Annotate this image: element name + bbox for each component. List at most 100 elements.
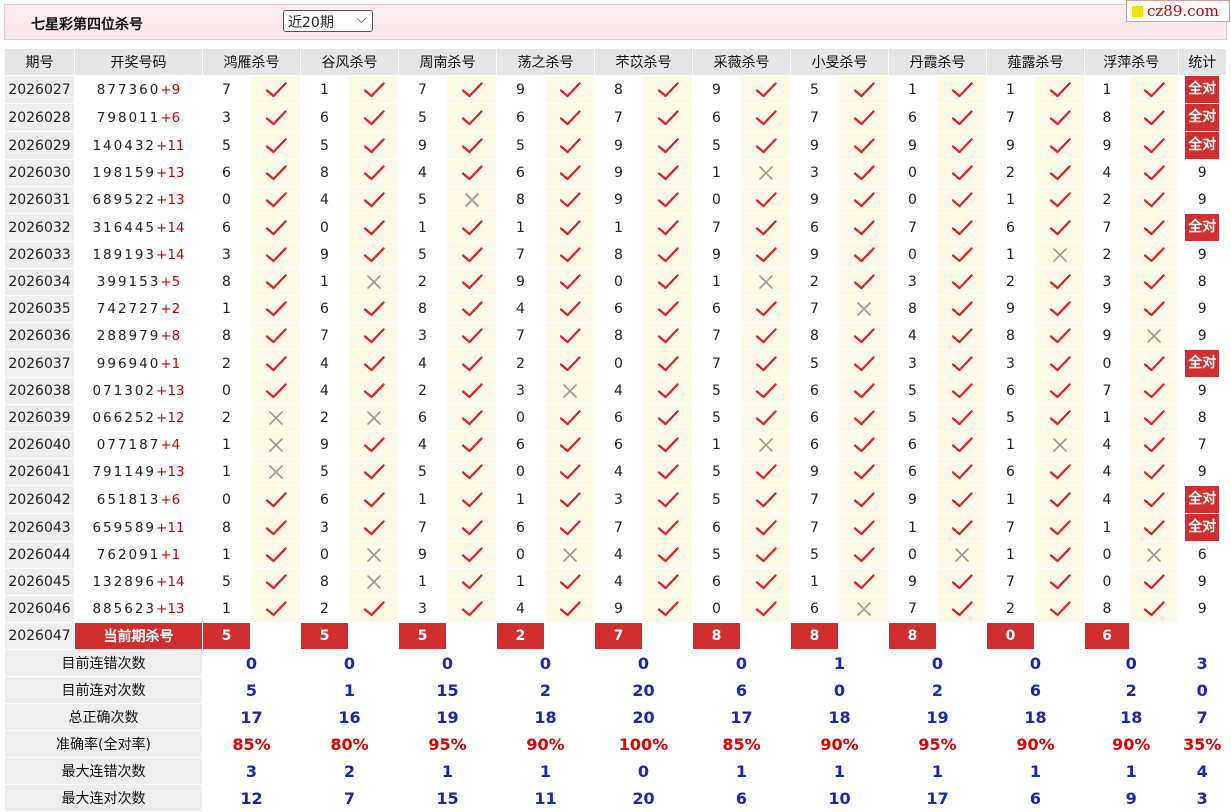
- logo-text: cz89.com: [1147, 2, 1219, 20]
- kill-number-cell: 0: [496, 458, 545, 486]
- stat-cell: 9: [1177, 295, 1227, 323]
- kill-number-cell: 0: [888, 186, 937, 214]
- period-cell: 2026044: [4, 541, 75, 569]
- kill-number-cell: 1: [202, 295, 251, 323]
- draw-number-cell: 132896+14: [74, 568, 203, 596]
- summary-value: 5: [202, 676, 301, 704]
- summary-value: 1: [496, 757, 595, 785]
- check-icon: [642, 513, 693, 542]
- period-cell: 2026046: [4, 595, 75, 623]
- check-icon: [1129, 159, 1179, 187]
- summary-value: 3: [202, 757, 301, 785]
- draw-number-cell: 762091+1: [74, 541, 203, 569]
- kill-number-cell: 7: [790, 295, 839, 323]
- kill-number-cell: 9: [692, 241, 741, 269]
- header-expert-6: 采薇杀号: [692, 48, 791, 76]
- summary-value: 6: [692, 784, 791, 812]
- kill-number-cell: 0: [594, 349, 643, 378]
- check-icon: [250, 349, 301, 378]
- period-cell: 2026029: [4, 131, 75, 160]
- summary-value: 9: [1084, 784, 1179, 812]
- stat-cell: 6: [1177, 541, 1227, 569]
- check-icon: [642, 458, 693, 486]
- check-icon: [1034, 541, 1085, 569]
- kill-number-cell: 7: [986, 568, 1035, 596]
- cross-icon: [740, 431, 791, 459]
- check-icon: [838, 241, 889, 269]
- kill-number-cell: 3: [202, 241, 251, 269]
- summary-value: 20: [594, 676, 693, 704]
- period-select[interactable]: 近20期 ⌵: [283, 10, 373, 32]
- kill-number-cell: 9: [1084, 295, 1130, 323]
- kill-number-cell: 4: [1084, 431, 1130, 459]
- cross-icon: [348, 541, 399, 569]
- check-icon: [446, 349, 497, 378]
- check-icon: [446, 431, 497, 459]
- kill-number-cell: 2: [398, 377, 447, 405]
- check-icon: [544, 103, 595, 132]
- draw-number-cell: 651813+6: [74, 485, 203, 514]
- stat-cell: 全对: [1177, 103, 1227, 132]
- check-icon: [1034, 159, 1085, 187]
- kill-number-cell: 8: [202, 322, 251, 350]
- kill-number-cell: 9: [790, 458, 839, 486]
- draw-extra: +2: [160, 301, 181, 317]
- site-logo[interactable]: cz89.com: [1126, 0, 1230, 22]
- summary-label: 准确率(全对率): [4, 730, 203, 758]
- summary-stat-value: 3: [1177, 649, 1227, 677]
- period-cell: 2026036: [4, 322, 75, 350]
- summary-value: 1: [1084, 757, 1179, 785]
- check-icon: [936, 241, 987, 269]
- kill-number-cell: 6: [790, 213, 839, 242]
- summary-value: 1: [398, 757, 497, 785]
- kill-number-cell: 6: [300, 485, 349, 514]
- check-icon: [642, 268, 693, 296]
- kill-number-cell: 1: [986, 241, 1035, 269]
- check-icon: [348, 131, 399, 160]
- kill-number-cell: 9: [496, 75, 545, 104]
- period-cell: 2026035: [4, 295, 75, 323]
- all-correct-badge: 全对: [1185, 350, 1220, 377]
- check-icon: [1129, 513, 1179, 542]
- draw-digits: 877360: [96, 81, 161, 98]
- check-icon: [446, 322, 497, 350]
- stat-cell: 全对: [1177, 513, 1227, 542]
- period-cell: 2026038: [4, 377, 75, 405]
- current-kill-number: 7: [594, 622, 643, 650]
- summary-value: 0: [300, 649, 399, 677]
- kill-number-cell: 2: [496, 349, 545, 378]
- summary-value: 2: [496, 676, 595, 704]
- draw-digits: 762091: [96, 547, 161, 563]
- draw-digits: 077187: [96, 437, 161, 453]
- check-icon: [1129, 349, 1179, 378]
- check-icon: [1129, 404, 1179, 432]
- check-icon: [1129, 431, 1179, 459]
- draw-extra: +5: [160, 274, 181, 290]
- kill-number-cell: 6: [692, 568, 741, 596]
- check-icon: [1129, 595, 1179, 623]
- check-icon: [544, 159, 595, 187]
- table-row: 2026027 877360+9 7 1 7 9 8 9 5 1 1 1 全对: [4, 75, 1227, 104]
- kill-number-cell: 2: [398, 268, 447, 296]
- kill-number-cell: 8: [594, 322, 643, 350]
- summary-value: 0: [202, 649, 301, 677]
- kill-number-cell: 1: [1084, 404, 1130, 432]
- check-icon: [348, 186, 399, 214]
- check-icon: [1129, 241, 1179, 269]
- header-expert-4: 荡之杀号: [496, 48, 595, 76]
- draw-number-cell: 399153+5: [74, 268, 203, 296]
- check-icon: [348, 485, 399, 514]
- kill-number-cell: 3: [594, 485, 643, 514]
- kill-number-cell: 3: [986, 349, 1035, 378]
- draw-digits: 399153: [96, 274, 161, 290]
- kill-number-cell: 8: [1084, 595, 1130, 623]
- header-expert-5: 芣苡杀号: [594, 48, 693, 76]
- check-icon: [348, 431, 399, 459]
- current-period-cell: 2026047: [4, 622, 75, 650]
- kill-number-cell: 9: [790, 186, 839, 214]
- summary-stat-value: 3: [1177, 784, 1227, 812]
- page-title: 七星彩第四位杀号: [31, 17, 143, 33]
- summary-value: 0: [790, 676, 889, 704]
- kill-number-cell: 2: [986, 268, 1035, 296]
- kill-number-cell: 4: [398, 431, 447, 459]
